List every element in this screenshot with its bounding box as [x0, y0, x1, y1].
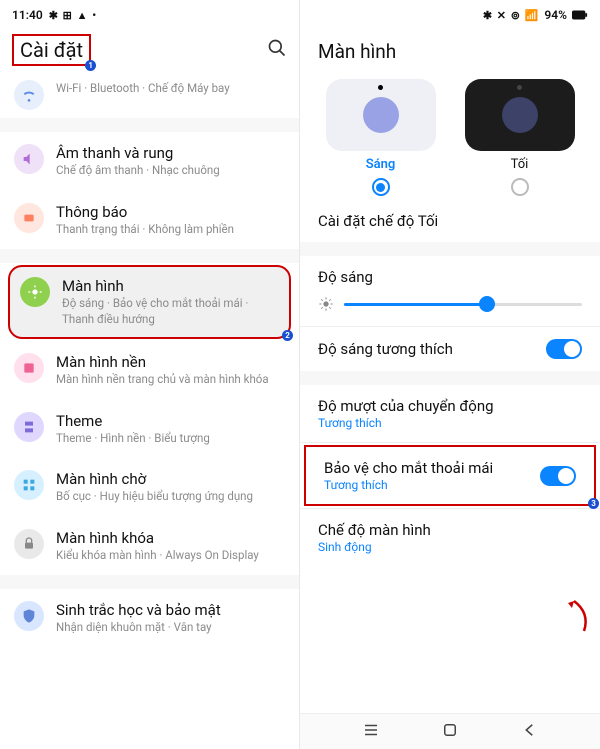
- annotation-badge-2: 2: [282, 330, 293, 341]
- wifi-icon: [14, 80, 44, 110]
- palette-icon: [14, 412, 44, 442]
- page-title: Cài đặt: [12, 34, 91, 66]
- item-title: Màn hình nền: [56, 353, 269, 371]
- item-sub: Theme · Hình nền · Biểu tượng: [56, 431, 210, 447]
- adaptive-brightness[interactable]: Độ sáng tương thích: [300, 327, 600, 371]
- list-item-home[interactable]: Màn hình chờ Bố cục · Huy hiệu biểu tượn…: [0, 458, 299, 517]
- nav-home-icon[interactable]: [441, 721, 459, 743]
- bell-icon: [14, 203, 44, 233]
- eye-comfort-shield[interactable]: Bảo vệ cho mắt thoải mái Tương thích 3: [304, 445, 596, 506]
- eye-comfort-toggle[interactable]: [540, 466, 576, 486]
- list-item-wallpaper[interactable]: Màn hình nền Màn hình nền trang chủ và m…: [0, 341, 299, 400]
- status-left-icons: ✱ ⊞ ▲ •: [49, 9, 97, 22]
- nav-back-icon[interactable]: [521, 721, 539, 743]
- list-item-theme[interactable]: Theme Theme · Hình nền · Biểu tượng: [0, 400, 299, 459]
- item-title: Sinh trắc học và bảo mật: [56, 601, 221, 619]
- theme-dark-label: Tối: [511, 157, 529, 172]
- item-title: Màn hình khóa: [56, 529, 259, 547]
- right-title: Màn hình: [300, 26, 600, 73]
- item-title: Màn hình chờ: [56, 470, 253, 488]
- wallpaper-icon: [14, 353, 44, 383]
- status-bar-right: ✱ ✕ ⊚ 📶 94%: [300, 0, 600, 26]
- list-item-connections[interactable]: Wi-Fi · Bluetooth · Chế độ Máy bay: [0, 72, 299, 118]
- radio-light[interactable]: [372, 178, 390, 196]
- list-item-sound[interactable]: Âm thanh và rung Chế độ âm thanh · Nhạc …: [0, 132, 299, 191]
- list-item-biometric[interactable]: Sinh trắc học và bảo mật Nhận diện khuôn…: [0, 589, 299, 648]
- list-item-display[interactable]: Màn hình Độ sáng · Bảo vệ cho mắt thoải …: [8, 265, 291, 339]
- item-title: Âm thanh và rung: [56, 144, 220, 162]
- item-sub: Thanh trạng thái · Không làm phiền: [56, 222, 234, 238]
- home-icon: [14, 470, 44, 500]
- lock-icon: [14, 529, 44, 559]
- theme-light[interactable]: Sáng: [318, 79, 443, 196]
- list-item-lock[interactable]: Màn hình khóa Kiểu khóa màn hình · Alway…: [0, 517, 299, 576]
- list-item-notify[interactable]: Thông báo Thanh trạng thái · Không làm p…: [0, 191, 299, 250]
- theme-dark[interactable]: Tối: [457, 79, 582, 196]
- item-title: Thông báo: [56, 203, 234, 221]
- status-time: 11:40: [12, 8, 43, 22]
- item-sub: Wi-Fi · Bluetooth · Chế độ Máy bay: [56, 81, 230, 97]
- brightness-slider[interactable]: [318, 296, 582, 312]
- shield-icon: [14, 601, 44, 631]
- status-bar: 11:40 ✱ ⊞ ▲ •: [0, 0, 299, 26]
- battery-text: 94%: [544, 8, 567, 22]
- item-sub: Chế độ âm thanh · Nhạc chuông: [56, 163, 220, 179]
- search-icon[interactable]: [267, 38, 287, 62]
- dark-mode-settings[interactable]: Cài đặt chế độ Tối: [300, 200, 600, 242]
- item-sub: Độ sáng · Bảo vệ cho mắt thoải mái · Tha…: [62, 296, 279, 327]
- theme-light-label: Sáng: [366, 157, 396, 172]
- item-title: Màn hình: [62, 277, 279, 295]
- brightness-icon: [20, 277, 50, 307]
- adaptive-toggle[interactable]: [546, 339, 582, 359]
- screen-mode[interactable]: Chế độ màn hình Sinh động: [300, 509, 600, 566]
- sun-icon: [318, 296, 334, 312]
- item-sub: Nhận diện khuôn mặt · Vân tay: [56, 620, 221, 636]
- annotation-badge-3: 3: [588, 498, 599, 509]
- item-sub: Màn hình nền trang chủ và màn hình khóa: [56, 372, 269, 388]
- annotation-arrow: [554, 593, 594, 633]
- item-title: Theme: [56, 412, 210, 430]
- item-sub: Kiểu khóa màn hình · Always On Display: [56, 548, 259, 564]
- nav-bar: [300, 713, 600, 749]
- brightness-label: Độ sáng: [300, 256, 600, 290]
- motion-smoothness[interactable]: Độ mượt của chuyển động Tương thích: [300, 385, 600, 442]
- nav-recent-icon[interactable]: [362, 721, 380, 743]
- item-sub: Bố cục · Huy hiệu biểu tượng ứng dụng: [56, 489, 253, 505]
- sound-icon: [14, 144, 44, 174]
- status-right-icons: ✱ ✕ ⊚ 📶: [483, 9, 540, 22]
- annotation-badge-1: 1: [85, 60, 96, 71]
- radio-dark[interactable]: [511, 178, 529, 196]
